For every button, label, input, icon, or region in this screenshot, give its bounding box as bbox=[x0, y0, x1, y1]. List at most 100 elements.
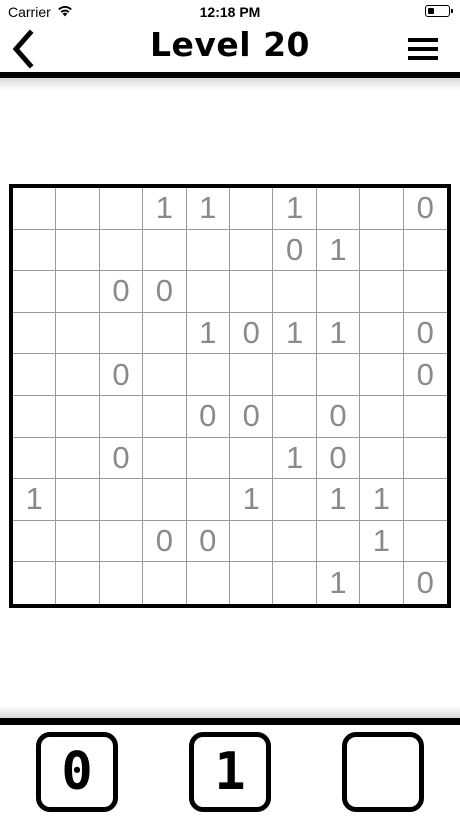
board-cell[interactable]: 0 bbox=[230, 395, 274, 438]
board-cell[interactable] bbox=[273, 562, 317, 604]
board-cell[interactable] bbox=[403, 396, 447, 438]
board-cell[interactable] bbox=[13, 520, 57, 563]
board-cell[interactable]: 1 bbox=[13, 479, 57, 521]
board-cell[interactable] bbox=[13, 562, 57, 604]
board-cell[interactable]: 0 bbox=[143, 520, 187, 563]
board-cell[interactable] bbox=[273, 395, 317, 438]
board-cell[interactable] bbox=[360, 188, 404, 230]
board-cell[interactable]: 0 bbox=[186, 520, 230, 563]
board-cell[interactable] bbox=[187, 562, 230, 604]
board-cell[interactable] bbox=[13, 312, 57, 355]
key-blank-button[interactable] bbox=[342, 732, 424, 812]
board-cell[interactable] bbox=[316, 271, 361, 313]
hamburger-menu-icon[interactable] bbox=[404, 36, 440, 62]
board-cell[interactable] bbox=[186, 229, 230, 272]
board-cell[interactable] bbox=[360, 354, 404, 396]
board-cell[interactable] bbox=[99, 395, 144, 438]
board-cell[interactable] bbox=[230, 229, 274, 272]
key-one-button[interactable]: 1 bbox=[189, 732, 271, 812]
board-cell[interactable]: 1 bbox=[186, 188, 230, 230]
board-cell[interactable] bbox=[186, 479, 230, 521]
board-cell[interactable] bbox=[56, 562, 100, 604]
board-cell[interactable]: 1 bbox=[143, 188, 187, 230]
board-cell[interactable] bbox=[13, 229, 57, 272]
board-cell[interactable]: 0 bbox=[99, 271, 144, 313]
board-cell[interactable] bbox=[99, 520, 144, 563]
board-cell[interactable] bbox=[230, 520, 274, 563]
board-cell[interactable] bbox=[13, 354, 57, 396]
board-cell[interactable]: 0 bbox=[273, 229, 317, 272]
board-cell[interactable] bbox=[143, 354, 187, 396]
board-cell[interactable] bbox=[143, 437, 187, 480]
board-cell[interactable] bbox=[360, 395, 404, 438]
board-cell[interactable] bbox=[230, 188, 274, 230]
board-cell[interactable] bbox=[230, 562, 274, 604]
key-zero-button[interactable]: 0 bbox=[36, 732, 118, 812]
board-cell[interactable]: 1 bbox=[316, 312, 361, 355]
board-cell[interactable]: 1 bbox=[273, 437, 317, 480]
board-cell[interactable]: 0 bbox=[99, 354, 144, 396]
board-cell[interactable] bbox=[186, 437, 230, 480]
board-cell[interactable]: 1 bbox=[316, 479, 361, 521]
board-cell[interactable]: 1 bbox=[316, 229, 361, 272]
board-cell[interactable] bbox=[273, 479, 317, 521]
board-cell[interactable] bbox=[56, 354, 100, 396]
board-cell[interactable] bbox=[143, 479, 187, 521]
board-cell[interactable] bbox=[360, 312, 404, 355]
board-cell[interactable] bbox=[316, 354, 361, 396]
board-cell[interactable] bbox=[143, 312, 187, 355]
board-cell[interactable] bbox=[403, 479, 447, 521]
board-cell[interactable]: 0 bbox=[230, 312, 274, 355]
board-cell[interactable]: 0 bbox=[404, 562, 447, 604]
board-cell[interactable] bbox=[13, 395, 57, 438]
board-cell[interactable]: 1 bbox=[360, 520, 404, 563]
board-cell[interactable] bbox=[99, 479, 144, 521]
board-cell[interactable] bbox=[99, 188, 144, 230]
board-cell[interactable] bbox=[56, 271, 100, 313]
board-cell[interactable] bbox=[230, 354, 274, 396]
board-cell[interactable] bbox=[360, 437, 404, 480]
board-cell[interactable] bbox=[56, 229, 100, 272]
board-cell[interactable] bbox=[186, 271, 230, 313]
board-cell[interactable] bbox=[56, 479, 100, 521]
board-cell[interactable] bbox=[360, 562, 404, 604]
board-cell[interactable]: 1 bbox=[273, 312, 317, 355]
board-cell[interactable] bbox=[316, 520, 361, 563]
board-cell[interactable] bbox=[99, 229, 144, 272]
board-cell[interactable] bbox=[56, 520, 100, 563]
board-cell[interactable] bbox=[360, 271, 404, 313]
board-cell[interactable] bbox=[360, 229, 404, 272]
board-cell[interactable]: 1 bbox=[186, 312, 230, 355]
board-cell[interactable] bbox=[403, 271, 447, 313]
board-cell[interactable] bbox=[273, 271, 317, 313]
board-cell[interactable]: 0 bbox=[403, 188, 447, 230]
board-cell[interactable] bbox=[230, 437, 274, 480]
board-cell[interactable] bbox=[186, 354, 230, 396]
board-cell[interactable]: 0 bbox=[186, 395, 230, 438]
board-cell[interactable]: 0 bbox=[316, 437, 361, 480]
board-cell[interactable] bbox=[13, 437, 57, 480]
board-cell[interactable] bbox=[56, 395, 100, 438]
board-cell[interactable]: 0 bbox=[403, 354, 447, 396]
board-cell[interactable]: 1 bbox=[273, 188, 317, 230]
board-cell[interactable] bbox=[143, 562, 187, 604]
board-cell[interactable] bbox=[403, 230, 447, 272]
board-cell[interactable] bbox=[273, 354, 317, 396]
board-cell[interactable] bbox=[143, 395, 187, 438]
board-cell[interactable]: 1 bbox=[230, 479, 274, 521]
board-cell[interactable] bbox=[273, 520, 317, 563]
board-cell[interactable] bbox=[99, 312, 144, 355]
board-cell[interactable]: 0 bbox=[99, 437, 144, 480]
board-cell[interactable] bbox=[13, 188, 57, 230]
board-cell[interactable]: 0 bbox=[316, 395, 361, 438]
board-cell[interactable] bbox=[100, 562, 144, 604]
board-cell[interactable] bbox=[143, 229, 187, 272]
board-cell[interactable] bbox=[316, 188, 361, 230]
board-cell[interactable] bbox=[56, 312, 100, 355]
board-cell[interactable]: 0 bbox=[403, 313, 447, 355]
board-cell[interactable] bbox=[13, 271, 57, 313]
board-cell[interactable] bbox=[56, 188, 100, 230]
board-cell[interactable]: 1 bbox=[317, 562, 361, 604]
board-cell[interactable] bbox=[403, 521, 447, 563]
board-cell[interactable] bbox=[403, 438, 447, 480]
